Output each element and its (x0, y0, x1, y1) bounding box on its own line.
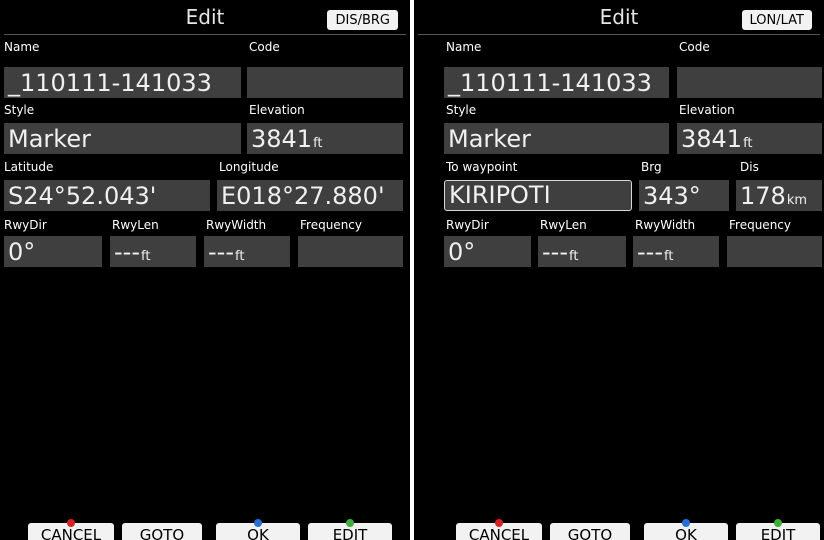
rwylen-value: --- (114, 238, 140, 266)
frequency-field[interactable] (727, 236, 822, 267)
ok-indicator-icon (254, 519, 262, 527)
dis-label: Dis (740, 160, 759, 174)
cancel-button[interactable]: CANCEL (28, 519, 114, 540)
frequency-label: Frequency (300, 218, 362, 232)
brg-field[interactable]: 343° (639, 180, 729, 211)
name-field[interactable]: _110111-141033 (4, 67, 241, 98)
style-field[interactable]: Marker (4, 123, 241, 154)
title-bar: Edit DIS/BRG (0, 0, 410, 34)
name-label: Name (446, 40, 482, 54)
elevation-field[interactable]: 3841ft (677, 123, 822, 154)
cancel-label: CANCEL (40, 526, 102, 540)
to-waypoint-field[interactable]: KIRIPOTI (444, 180, 632, 211)
elevation-label: Elevation (249, 103, 305, 117)
longitude-field[interactable]: E018°27.880' (217, 180, 403, 211)
rwylen-field[interactable]: ---ft (538, 236, 626, 267)
rwydir-label: RwyDir (446, 218, 489, 232)
rwywidth-value: --- (637, 238, 663, 266)
rwylen-label: RwyLen (540, 218, 587, 232)
cancel-indicator-icon (495, 519, 503, 527)
cancel-indicator-icon (67, 519, 75, 527)
dis-brg-toggle-button[interactable]: DIS/BRG (327, 10, 398, 30)
goto-button[interactable]: GOTO (122, 523, 202, 540)
ok-button[interactable]: OK (216, 519, 300, 540)
latitude-field[interactable]: S24°52.043' (4, 180, 210, 211)
title-divider (418, 34, 820, 35)
edit-label: EDIT (760, 526, 796, 540)
frequency-field[interactable] (298, 236, 403, 267)
rwylen-value: --- (542, 238, 568, 266)
rwylen-field[interactable]: ---ft (110, 236, 196, 267)
style-label: Style (4, 103, 35, 117)
goto-label: GOTO (139, 526, 185, 540)
brg-label: Brg (641, 160, 662, 174)
rwywidth-label: RwyWidth (206, 218, 267, 232)
edit-indicator-icon (774, 519, 782, 527)
cancel-button[interactable]: CANCEL (456, 519, 542, 540)
style-field[interactable]: Marker (444, 123, 669, 154)
dis-field[interactable]: 178km (736, 180, 822, 211)
cancel-label: CANCEL (468, 526, 530, 540)
elevation-unit: ft (743, 136, 753, 151)
rwywidth-label: RwyWidth (635, 218, 696, 232)
longitude-label: Longitude (219, 160, 279, 174)
style-label: Style (446, 103, 477, 117)
frequency-label: Frequency (729, 218, 791, 232)
rwylen-label: RwyLen (112, 218, 159, 232)
latitude-label: Latitude (4, 160, 54, 174)
rwylen-unit: ft (140, 249, 151, 264)
elevation-unit: ft (313, 136, 323, 151)
code-field[interactable] (677, 67, 822, 98)
goto-label: GOTO (567, 526, 613, 540)
waypoint-edit-screen-left: Edit DIS/BRG Name _110111-141033 Code St… (0, 0, 410, 540)
name-label: Name (4, 40, 40, 54)
elevation-value: 3841 (681, 125, 743, 153)
rwywidth-unit: ft (234, 249, 245, 264)
edit-indicator-icon (346, 519, 354, 527)
rwylen-unit: ft (568, 249, 579, 264)
title-bar: Edit LON/LAT (414, 0, 824, 34)
dis-value: 178 (740, 182, 786, 210)
lon-lat-toggle-button[interactable]: LON/LAT (741, 10, 812, 30)
ok-label: OK (675, 526, 697, 540)
dis-unit: km (786, 193, 808, 208)
code-label: Code (249, 40, 280, 54)
elevation-value: 3841 (251, 125, 313, 153)
edit-label: EDIT (332, 526, 368, 540)
ok-label: OK (247, 526, 269, 540)
ok-indicator-icon (682, 519, 690, 527)
edit-button[interactable]: EDIT (308, 519, 392, 540)
edit-button[interactable]: EDIT (736, 519, 820, 540)
title-divider (4, 34, 406, 35)
waypoint-edit-screen-right: Edit LON/LAT Name _110111-141033 Code St… (414, 0, 824, 540)
name-field[interactable]: _110111-141033 (444, 67, 669, 98)
goto-button[interactable]: GOTO (550, 523, 630, 540)
to-waypoint-label: To waypoint (446, 160, 518, 174)
code-field[interactable] (247, 67, 403, 98)
rwywidth-value: --- (208, 238, 234, 266)
elevation-label: Elevation (679, 103, 735, 117)
rwywidth-field[interactable]: ---ft (204, 236, 290, 267)
rwydir-field[interactable]: 0° (444, 236, 531, 267)
elevation-field[interactable]: 3841ft (247, 123, 403, 154)
rwywidth-unit: ft (663, 249, 674, 264)
code-label: Code (679, 40, 710, 54)
ok-button[interactable]: OK (644, 519, 728, 540)
rwywidth-field[interactable]: ---ft (633, 236, 719, 267)
rwydir-label: RwyDir (4, 218, 47, 232)
rwydir-field[interactable]: 0° (4, 236, 102, 267)
